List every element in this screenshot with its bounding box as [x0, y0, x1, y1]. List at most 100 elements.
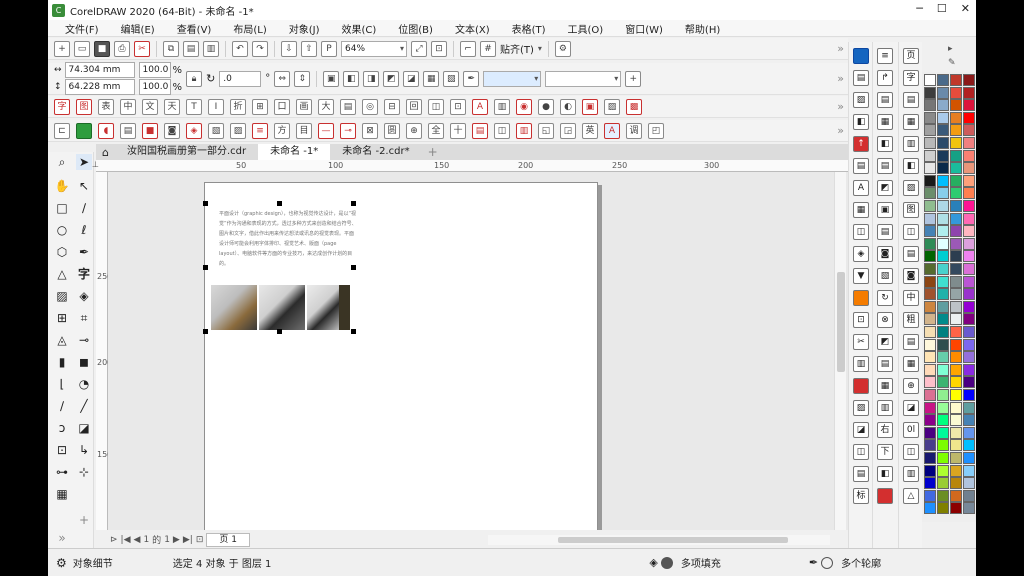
tool-shortcut-icon[interactable]: ◎ — [362, 98, 378, 115]
color-swatch[interactable] — [924, 124, 936, 137]
tool-shortcut-icon[interactable]: 英 — [582, 122, 598, 139]
color-swatch[interactable] — [924, 250, 936, 263]
mirror-vertical-icon[interactable]: ⇕ — [294, 70, 311, 87]
color-swatch[interactable] — [924, 263, 936, 275]
color-swatch[interactable] — [963, 288, 975, 301]
tool-shortcut-icon[interactable]: ▤ — [472, 122, 488, 139]
pen-tool-icon[interactable]: ✒ — [76, 244, 92, 260]
paste-icon[interactable]: ▤ — [183, 40, 199, 57]
tool-shortcut-icon[interactable]: ⊕ — [406, 122, 422, 139]
zoom-page-icon[interactable]: ⊡ — [431, 40, 447, 57]
selection-handle[interactable] — [203, 265, 208, 270]
smear-tool-icon[interactable]: ↳ — [76, 442, 92, 458]
docker-icon[interactable]: ◫ — [903, 444, 919, 460]
crop-tool-icon[interactable]: ⌗ — [76, 310, 92, 326]
add-tool-icon[interactable]: + — [76, 512, 92, 528]
tool-shortcut-icon[interactable]: ◫ — [428, 98, 444, 115]
color-swatch[interactable] — [950, 489, 962, 502]
color-swatch[interactable] — [924, 439, 936, 452]
object-height-input[interactable]: 64.228 mm — [64, 79, 135, 95]
product-photo-3[interactable] — [307, 285, 339, 330]
outline-tool-icon[interactable]: ◼ — [76, 354, 92, 370]
color-swatch[interactable] — [950, 263, 962, 275]
tool-shortcut-icon[interactable]: 圆 — [384, 122, 400, 139]
tool-shortcut-icon[interactable]: 画 — [296, 98, 312, 115]
docker-icon[interactable]: 0l — [903, 422, 919, 438]
color-swatch[interactable] — [963, 363, 975, 376]
pick-tool-icon[interactable]: ➤ — [76, 154, 92, 170]
tool-shortcut-icon[interactable]: ◈ — [186, 122, 202, 139]
color-swatch[interactable] — [963, 200, 975, 212]
tool-shortcut-icon[interactable]: ▤ — [340, 98, 356, 115]
docker-icon[interactable]: ↑ — [853, 136, 869, 152]
color-swatch[interactable] — [950, 414, 962, 427]
color-swatch[interactable] — [963, 124, 975, 137]
minimize-icon[interactable]: ─ — [916, 2, 923, 15]
color-swatch[interactable] — [950, 300, 962, 313]
tool-shortcut-icon[interactable]: ▨ — [230, 122, 246, 139]
docker-icon[interactable]: ▤ — [853, 466, 869, 482]
color-swatch[interactable] — [950, 74, 962, 86]
color-swatch[interactable] — [937, 376, 949, 389]
docker-icon[interactable]: ≡ — [877, 48, 893, 64]
color-swatch[interactable] — [937, 263, 949, 275]
selection-handle[interactable] — [351, 265, 356, 270]
color-swatch[interactable] — [963, 477, 975, 490]
docker-icon[interactable]: ▥ — [853, 356, 869, 372]
show-rulers-icon[interactable]: ⌐ — [460, 40, 476, 57]
docker-icon[interactable]: ▨ — [853, 92, 869, 108]
color-swatch[interactable] — [950, 477, 962, 490]
docker-icon[interactable]: ◧ — [877, 466, 893, 482]
docker-icon[interactable]: ▤ — [903, 334, 919, 350]
menu-file[interactable]: 文件(F) — [54, 21, 110, 36]
color-swatch[interactable] — [950, 237, 962, 250]
color-swatch[interactable] — [924, 426, 936, 439]
open-folder-icon[interactable]: ▭ — [74, 40, 90, 57]
connector-tool-icon[interactable]: ⌊ — [54, 376, 70, 392]
custom-toolbar-2-overflow-icon[interactable]: » — [837, 124, 848, 137]
selection-handle[interactable] — [277, 329, 282, 334]
color-swatch[interactable] — [924, 452, 936, 464]
scale-x-input[interactable]: 100.0 — [138, 62, 171, 78]
selection-handle[interactable] — [203, 329, 208, 334]
color-swatch[interactable] — [924, 414, 936, 427]
docker-icon[interactable]: ▨ — [853, 400, 869, 416]
color-swatch[interactable] — [950, 162, 962, 175]
zoom-level-select[interactable]: 64% — [341, 40, 407, 57]
menu-edit[interactable]: 编辑(E) — [110, 21, 166, 36]
vertical-scroll-thumb[interactable] — [837, 272, 845, 372]
blend-tool-icon[interactable]: ◔ — [76, 376, 92, 392]
docker-icon[interactable]: ▦ — [877, 114, 893, 130]
color-swatch[interactable] — [937, 439, 949, 452]
docker-icon[interactable]: ▼ — [853, 268, 869, 284]
color-swatch[interactable] — [937, 187, 949, 200]
color-swatch[interactable] — [937, 452, 949, 464]
tool-shortcut-icon[interactable]: ◖ — [98, 122, 114, 139]
color-swatch[interactable] — [950, 137, 962, 149]
new-tab-icon[interactable]: + — [422, 145, 444, 159]
docker-icon[interactable]: ⊕ — [903, 378, 919, 394]
menu-effects[interactable]: 效果(C) — [330, 21, 387, 36]
color-swatch[interactable] — [950, 124, 962, 137]
color-swatch[interactable] — [937, 338, 949, 351]
docker-icon[interactable]: ◧ — [903, 158, 919, 174]
color-swatch[interactable] — [937, 477, 949, 490]
palette-scroll-up-icon[interactable]: ▸ — [948, 44, 953, 54]
color-swatch[interactable] — [924, 162, 936, 175]
docker-icon[interactable]: 中 — [903, 290, 919, 306]
color-swatch[interactable] — [950, 439, 962, 452]
color-swatch[interactable] — [963, 389, 975, 401]
horizontal-scroll-thumb[interactable] — [558, 537, 788, 543]
color-swatch[interactable] — [924, 502, 936, 515]
mirror-horizontal-icon[interactable]: ⇔ — [274, 70, 291, 87]
tool-shortcut-icon[interactable]: 大 — [318, 98, 334, 115]
product-photo-4[interactable] — [339, 285, 350, 330]
spiral-tool-icon[interactable]: ↄ — [54, 420, 70, 436]
color-swatch[interactable] — [937, 225, 949, 238]
docker-icon[interactable]: ▥ — [877, 400, 893, 416]
color-swatch[interactable] — [950, 212, 962, 225]
docker-icon[interactable]: ◈ — [853, 246, 869, 262]
tab-document-1[interactable]: 汝阳国税画册第一部分.cdr — [115, 144, 258, 160]
interactive-fill-icon[interactable]: ◬ — [54, 332, 70, 348]
lock-ratio-icon[interactable]: 🔒︎ — [186, 70, 203, 87]
